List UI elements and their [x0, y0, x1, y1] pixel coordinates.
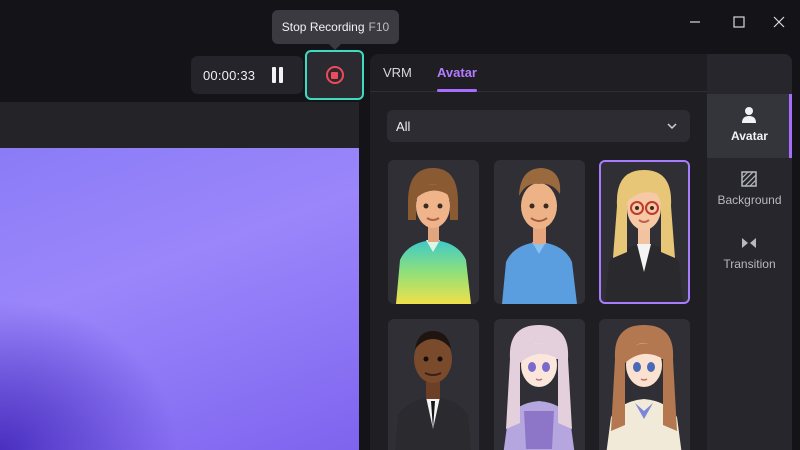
pause-icon-bar: [279, 67, 283, 83]
side-rail: Avatar Background Transition: [707, 54, 792, 450]
rail-label-avatar: Avatar: [731, 129, 768, 143]
avatar-thumbnail: [605, 170, 683, 302]
minimize-icon: [690, 21, 700, 23]
minimize-button[interactable]: [681, 8, 709, 36]
close-icon: [773, 16, 785, 28]
pause-icon-bar: [272, 67, 276, 83]
recording-controls: 00:00:33: [191, 56, 303, 94]
tooltip-label: Stop Recording: [281, 20, 365, 34]
background-icon: [741, 171, 757, 187]
avatar-icon: [742, 107, 756, 123]
tooltip-shortcut: F10: [368, 20, 390, 34]
rail-item-transition[interactable]: Transition: [707, 222, 792, 286]
avatar-card[interactable]: [494, 319, 585, 450]
avatar-card[interactable]: [494, 160, 585, 304]
rail-label-background: Background: [717, 193, 782, 207]
avatar-thumbnail: [396, 168, 471, 304]
avatar-card[interactable]: [388, 160, 479, 304]
category-dropdown-value: All: [396, 119, 411, 134]
avatar-thumbnail: [606, 325, 682, 450]
active-tab-indicator: [437, 89, 477, 92]
preview-toolbar: [0, 102, 359, 148]
rail-label-transition: Transition: [723, 257, 776, 271]
rail-item-avatar[interactable]: Avatar: [707, 94, 792, 158]
avatar-thumbnail: [395, 331, 471, 450]
category-dropdown[interactable]: All: [387, 110, 690, 142]
avatar-thumbnail: [502, 168, 577, 304]
recording-timer: 00:00:33: [203, 67, 256, 83]
pause-button[interactable]: [271, 67, 285, 83]
stop-recording-button[interactable]: [305, 50, 364, 100]
maximize-button[interactable]: [725, 8, 753, 36]
camera-preview: [0, 148, 359, 450]
avatar-thumbnail: [503, 325, 575, 450]
panel-tabs: VRM Avatar: [370, 54, 707, 92]
tab-vrm[interactable]: VRM: [383, 65, 412, 80]
avatar-card[interactable]: [599, 319, 690, 450]
close-button[interactable]: [765, 8, 793, 36]
avatar-card-selected[interactable]: [599, 160, 690, 304]
chevron-down-icon: [667, 123, 677, 130]
rail-item-background[interactable]: Background: [707, 158, 792, 222]
stop-icon: [325, 66, 344, 84]
avatar-card[interactable]: [388, 319, 479, 450]
maximize-icon: [733, 16, 745, 28]
stop-recording-tooltip: Stop Recording F10: [272, 10, 399, 50]
tab-avatar[interactable]: Avatar: [437, 65, 477, 80]
transition-icon: [742, 238, 756, 248]
